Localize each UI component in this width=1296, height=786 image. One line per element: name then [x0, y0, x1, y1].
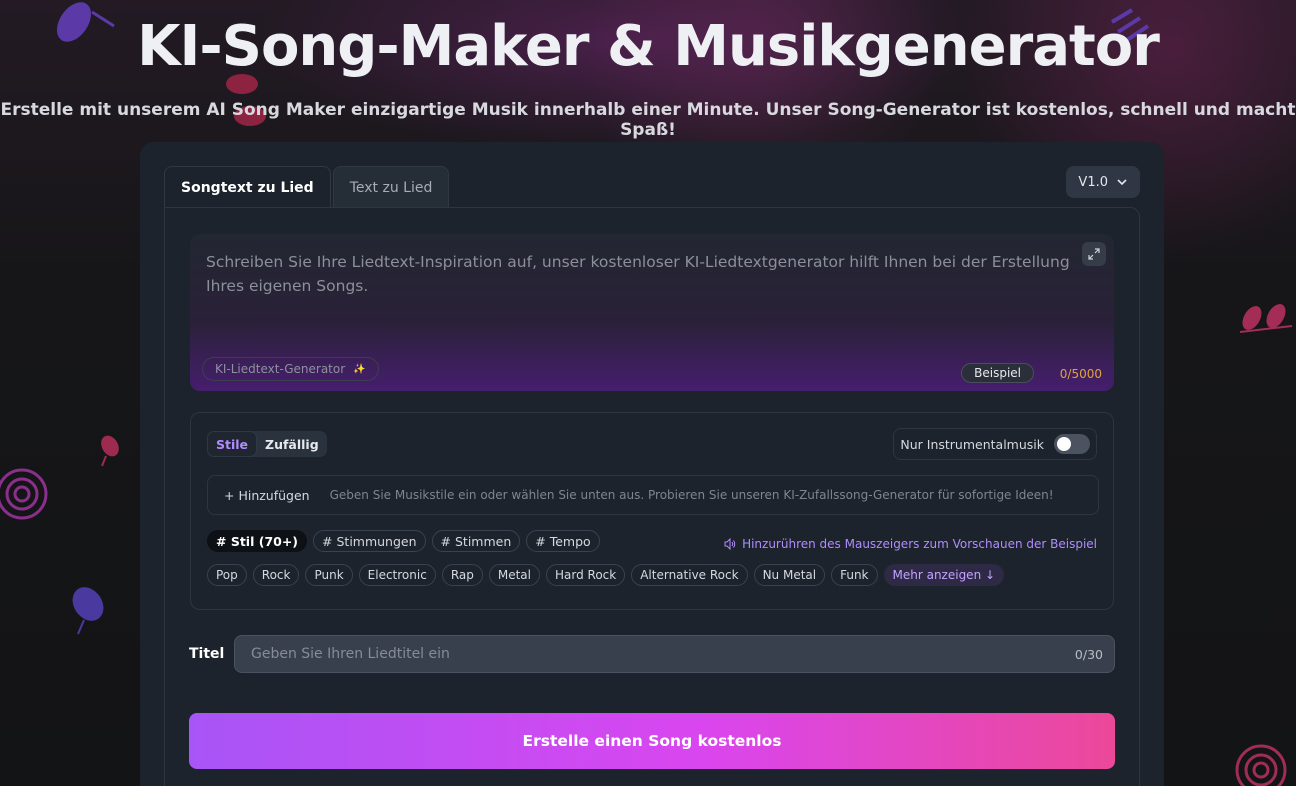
genre-chip[interactable]: Alternative Rock — [631, 564, 748, 586]
seg-random[interactable]: Zufällig — [257, 431, 327, 457]
version-label: V1.0 — [1078, 174, 1108, 190]
genre-chip[interactable]: Electronic — [358, 564, 436, 586]
genre-chip[interactable]: Hard Rock — [546, 564, 626, 586]
chevron-down-icon — [1117, 179, 1127, 186]
genre-chip[interactable]: Nu Metal — [753, 564, 826, 586]
category-voices[interactable]: # Stimmen — [431, 530, 521, 552]
mode-tabs: Songtext zu Lied Text zu Lied — [164, 166, 451, 208]
title-label: Titel — [189, 646, 225, 662]
example-button[interactable]: Beispiel — [961, 363, 1034, 383]
style-categories: # Stil (70+) # Stimmungen # Stimmen # Te… — [207, 530, 600, 552]
genre-chip[interactable]: Metal — [488, 564, 540, 586]
lyrics-placeholder: Schreiben Sie Ihre Liedtext-Inspiration … — [206, 253, 1070, 295]
category-moods[interactable]: # Stimmungen — [313, 530, 426, 552]
genre-chips: Pop Rock Punk Electronic Rap Metal Hard … — [207, 564, 1005, 586]
instrumental-label: Nur Instrumentalmusik — [900, 436, 1044, 452]
style-mode-toggle: Stile Zufällig — [207, 431, 327, 457]
create-song-button[interactable]: Erstelle einen Song kostenlos — [189, 713, 1115, 769]
show-more-button[interactable]: Mehr anzeigen ↓ — [883, 564, 1005, 586]
page-subtitle: Erstelle mit unserem AI Song Maker einzi… — [0, 100, 1296, 140]
tab-text-to-song[interactable]: Text zu Lied — [332, 166, 450, 208]
lyrics-char-counter: 0/5000 — [1059, 367, 1102, 381]
genre-chip[interactable]: Punk — [305, 564, 353, 586]
lyrics-input[interactable]: Schreiben Sie Ihre Liedtext-Inspiration … — [190, 234, 1114, 391]
tab-lyrics-to-song[interactable]: Songtext zu Lied — [164, 166, 331, 208]
seg-styles[interactable]: Stile — [207, 431, 258, 457]
sparkle-icon: ✨ — [353, 363, 366, 375]
genre-chip[interactable]: Rap — [441, 564, 483, 586]
instrumental-only-control: Nur Instrumentalmusik — [893, 428, 1097, 460]
decor-rings-icon — [1235, 744, 1287, 786]
title-char-counter: 0/30 — [1074, 647, 1103, 662]
hover-preview-hint: Hinzurühren des Mauszeigers zum Vorschau… — [724, 537, 1097, 551]
hover-hint-text: Hinzurühren des Mauszeigers zum Vorschau… — [742, 537, 1097, 551]
expand-icon[interactable] — [1082, 242, 1106, 266]
decor-note-icon — [72, 587, 104, 635]
genre-chip[interactable]: Funk — [831, 564, 878, 586]
decor-note-icon — [101, 435, 119, 467]
speaker-icon — [724, 538, 736, 550]
lyrics-generator-button[interactable]: KI-Liedtext-Generator ✨ — [202, 357, 379, 381]
page-title: KI-Song-Maker & Musikgenerator — [137, 14, 1160, 79]
lyrics-generator-label: KI-Liedtext-Generator — [215, 362, 346, 376]
title-input[interactable] — [234, 635, 1115, 673]
decor-note-icon — [1239, 304, 1293, 333]
generator-card: Songtext zu Lied Text zu Lied V1.0 Schre… — [140, 142, 1164, 786]
version-select[interactable]: V1.0 — [1066, 166, 1140, 198]
category-style[interactable]: # Stil (70+) — [207, 530, 308, 552]
add-style-button[interactable]: + Hinzufügen — [224, 488, 310, 503]
genre-chip[interactable]: Pop — [207, 564, 247, 586]
genre-chip[interactable]: Rock — [252, 564, 300, 586]
instrumental-toggle[interactable] — [1054, 434, 1090, 454]
style-input-placeholder: Geben Sie Musikstile ein oder wählen Sie… — [329, 488, 1054, 502]
style-input[interactable]: + Hinzufügen Geben Sie Musikstile ein od… — [207, 475, 1099, 515]
decor-rings-icon — [0, 468, 48, 520]
tab-panel: Schreiben Sie Ihre Liedtext-Inspiration … — [164, 207, 1140, 786]
style-panel: Stile Zufällig Nur Instrumentalmusik + H… — [190, 412, 1114, 610]
category-tempo[interactable]: # Tempo — [526, 530, 600, 552]
